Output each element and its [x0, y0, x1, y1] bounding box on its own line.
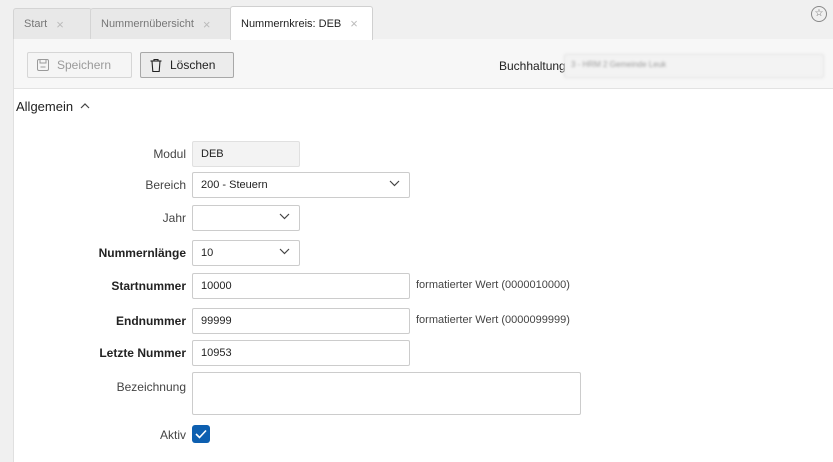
startnummer-input[interactable]: 10000 — [192, 273, 410, 299]
section-header-allgemein[interactable]: Allgemein — [14, 91, 833, 121]
row-bezeichnung: Bezeichnung — [14, 372, 833, 415]
nummernlaenge-select[interactable]: 10 — [192, 240, 300, 266]
section-title: Allgemein — [16, 98, 74, 114]
bereich-select[interactable]: 200 - Steuern — [192, 172, 410, 198]
buchhaltung-label: Buchhaltung — [499, 59, 566, 73]
bezeichnung-label: Bezeichnung — [116, 380, 186, 394]
row-bereich: Bereich 200 - Steuern — [14, 172, 833, 198]
chevron-down-icon — [389, 178, 400, 190]
jahr-select[interactable] — [192, 205, 300, 231]
tab-label: Nummernkreis: DEB — [241, 17, 342, 30]
star-icon[interactable]: ☆ — [811, 6, 827, 22]
endnummer-input[interactable]: 99999 — [192, 308, 410, 334]
trash-icon — [149, 58, 163, 73]
checkmark-icon — [195, 429, 207, 439]
save-label: Speichern — [57, 58, 112, 72]
buchhaltung-field: 3 - HRM 2 Gemeinde Leuk — [564, 54, 824, 78]
delete-label: Löschen — [170, 58, 216, 72]
tab-start[interactable]: Start × — [13, 8, 92, 39]
letzte-nummer-input[interactable]: 10953 — [192, 340, 410, 366]
close-icon[interactable]: × — [350, 16, 358, 31]
row-jahr: Jahr — [14, 205, 833, 231]
letzte-nummer-label: Letzte Nummer — [99, 346, 186, 360]
tab-nummernkreis-deb[interactable]: Nummernkreis: DEB × — [230, 6, 373, 40]
aktiv-label: Aktiv — [159, 428, 186, 442]
endnummer-label: Endnummer — [115, 314, 186, 328]
row-endnummer: Endnummer 99999 formatierter Wert (00000… — [14, 308, 833, 334]
row-modul: Modul DEB — [14, 141, 833, 167]
jahr-label: Jahr — [162, 211, 186, 225]
chevron-down-icon — [279, 211, 290, 223]
row-letzte-nummer: Letzte Nummer 10953 — [14, 340, 833, 366]
bezeichnung-textarea[interactable] — [192, 372, 581, 415]
close-icon[interactable]: × — [203, 17, 211, 32]
tab-label: Start — [24, 18, 48, 30]
close-icon[interactable]: × — [56, 17, 64, 32]
modul-label: Modul — [153, 147, 186, 161]
endnummer-hint: formatierter Wert (0000099999) — [416, 314, 570, 326]
content-panel: Speichern Löschen Buchhaltung 3 - HRM 2 … — [13, 39, 833, 462]
tab-nummernuebersicht[interactable]: Nummernübersicht × — [90, 8, 232, 39]
bereich-value: 200 - Steuern — [201, 179, 268, 191]
startnummer-label: Startnummer — [111, 279, 186, 293]
startnummer-hint: formatierter Wert (0000010000) — [416, 279, 570, 291]
chevron-up-icon[interactable] — [80, 100, 90, 112]
nummernlaenge-value: 10 — [201, 247, 214, 259]
modul-field: DEB — [192, 141, 300, 167]
row-startnummer: Startnummer 10000 formatierter Wert (000… — [14, 273, 833, 299]
delete-button[interactable]: Löschen — [140, 52, 234, 78]
chevron-down-icon — [279, 246, 290, 258]
save-button[interactable]: Speichern — [27, 52, 132, 78]
row-aktiv: Aktiv — [14, 422, 833, 448]
toolbar: Speichern Löschen Buchhaltung 3 - HRM 2 … — [14, 39, 833, 89]
nummernlaenge-label: Nummernlänge — [98, 246, 186, 260]
aktiv-checkbox[interactable] — [192, 425, 210, 443]
tab-label: Nummernübersicht — [101, 18, 194, 30]
save-icon — [36, 58, 50, 72]
row-nummernlaenge: Nummernlänge 10 — [14, 240, 833, 266]
tab-bar: Start × Nummernübersicht × Nummernkreis:… — [13, 6, 833, 40]
bereich-label: Bereich — [145, 178, 186, 192]
